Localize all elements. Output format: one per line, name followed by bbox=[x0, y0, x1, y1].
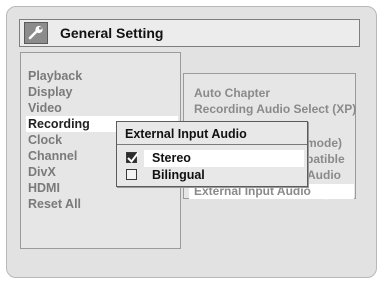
menu-item-clock[interactable]: Clock bbox=[28, 132, 62, 148]
menu-item-hdmi[interactable]: HDMI bbox=[28, 180, 60, 196]
dialog-title: External Input Audio bbox=[125, 127, 247, 141]
page-title: General Setting bbox=[60, 25, 164, 41]
wrench-icon bbox=[24, 22, 48, 44]
option-stereo[interactable]: Stereo bbox=[126, 150, 304, 167]
option-bilingual[interactable]: Bilingual bbox=[126, 167, 304, 184]
dialog-divider bbox=[117, 144, 307, 145]
submenu-item-compatible[interactable]: patible bbox=[306, 152, 345, 167]
menu-item-video[interactable]: Video bbox=[28, 100, 62, 116]
menu-item-reset-all[interactable]: Reset All bbox=[28, 196, 81, 212]
external-input-audio-dialog: External Input Audio Stereo Bilingual bbox=[116, 121, 308, 187]
submenu-item-auto-chapter[interactable]: Auto Chapter bbox=[194, 86, 270, 101]
menu-item-playback[interactable]: Playback bbox=[28, 68, 82, 84]
checkbox-icon[interactable] bbox=[126, 169, 137, 180]
settings-screen: General Setting Playback Display Video R… bbox=[6, 6, 377, 278]
checkbox-checked-icon[interactable] bbox=[126, 152, 139, 164]
submenu-item-audio[interactable]: Audio bbox=[307, 168, 341, 183]
submenu-item-mode[interactable]: mode) bbox=[306, 136, 342, 151]
chevron-right-icon bbox=[326, 188, 334, 200]
submenu-item-recording-audio-select[interactable]: Recording Audio Select (XP) bbox=[194, 102, 356, 117]
menu-item-channel[interactable]: Channel bbox=[28, 148, 77, 164]
option-label: Bilingual bbox=[152, 168, 205, 182]
option-label: Stereo bbox=[152, 151, 191, 165]
menu-item-display[interactable]: Display bbox=[28, 84, 72, 100]
title-bar: General Setting bbox=[19, 19, 360, 47]
menu-item-divx[interactable]: DivX bbox=[28, 164, 56, 180]
